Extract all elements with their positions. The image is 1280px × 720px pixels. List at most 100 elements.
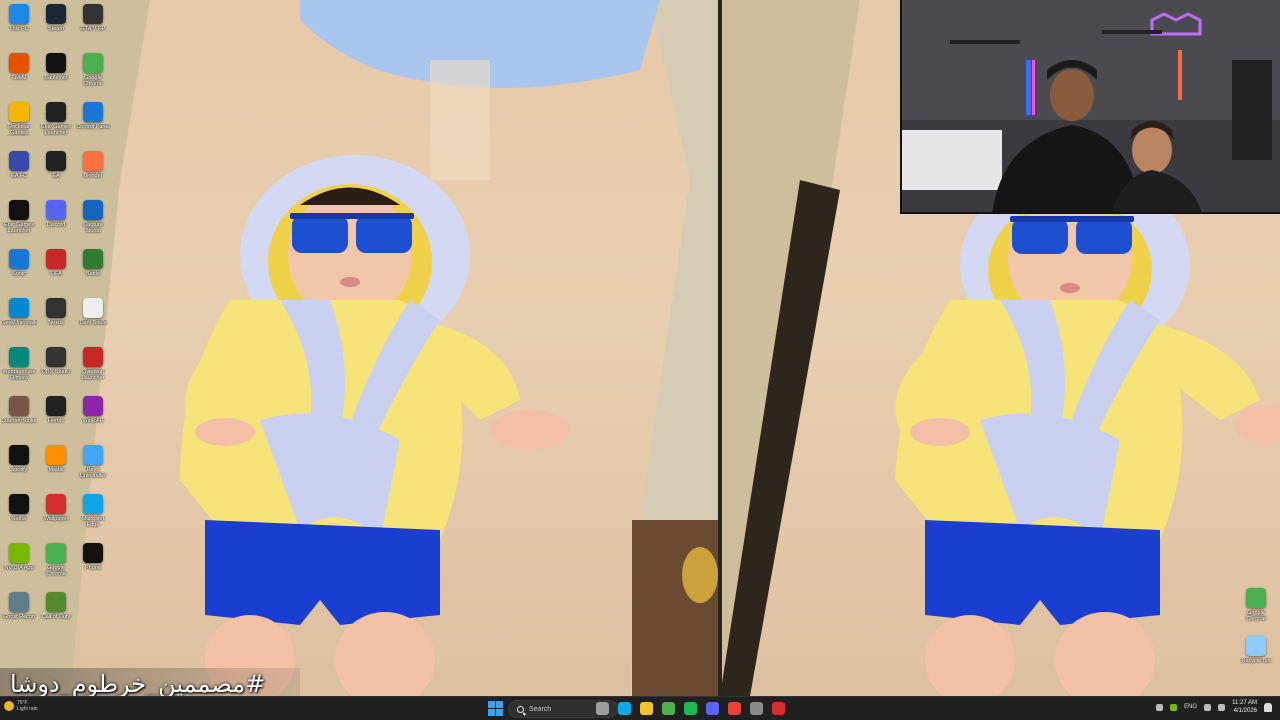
epic-icon bbox=[9, 200, 29, 220]
chevron-up-icon[interactable] bbox=[1156, 703, 1164, 711]
desktop-icon[interactable]: Control Panel bbox=[75, 102, 111, 148]
game-icon bbox=[83, 4, 103, 24]
desktop-icon[interactable]: FIFA bbox=[38, 249, 74, 295]
desktop-icon[interactable]: NVIDIA App bbox=[1, 543, 37, 589]
app-icon bbox=[46, 396, 66, 416]
desktop-icon-label: FIFA bbox=[50, 271, 62, 277]
desktop-icon-label: Phone bbox=[85, 565, 101, 571]
desktop-icon[interactable]: Dark Souls bbox=[75, 298, 111, 344]
desktop-icon[interactable]: Nexus bbox=[38, 298, 74, 344]
desktop-icon[interactable]: Netflix bbox=[1, 494, 37, 540]
desktop-icon-label: Discord bbox=[46, 222, 66, 228]
desktop-icon[interactable]: GeekUninstaller bbox=[1, 298, 37, 344]
desktop-icon[interactable]: Wondershare Filmora bbox=[1, 347, 37, 393]
desktop-icon[interactable]: Epic Games Launcher bbox=[1, 200, 37, 246]
acrobat-icon[interactable] bbox=[772, 702, 785, 715]
desktop-icon-label: WinRAR bbox=[82, 418, 104, 424]
app-icon bbox=[46, 298, 66, 318]
desktop-icon[interactable]: FiveM bbox=[1, 53, 37, 99]
desktop-icon[interactable]: Microsoft Edge bbox=[75, 494, 111, 540]
app-icon bbox=[46, 494, 66, 514]
desktop-icon-label: NVIDIA App bbox=[4, 565, 34, 571]
desktop-icon[interactable]: Battle.net bbox=[38, 53, 74, 99]
desktop-icon[interactable]: Ghost Recon bbox=[1, 592, 37, 638]
desktop-icon[interactable]: EA FC bbox=[1, 151, 37, 197]
blender-icon bbox=[83, 151, 103, 171]
desktop-icon-label: Capture Studio bbox=[83, 222, 103, 234]
task-view-icon[interactable] bbox=[596, 702, 609, 715]
desktop-icon[interactable]: Google Chrome bbox=[38, 543, 74, 589]
photo-divider bbox=[718, 0, 722, 696]
search-placeholder: Search bbox=[529, 705, 552, 713]
desktop-icon[interactable]: Recycle Bin bbox=[1238, 636, 1274, 682]
fivem-icon bbox=[9, 53, 29, 73]
volume-icon[interactable] bbox=[1218, 703, 1226, 711]
desktop-icon-label: Control Panel bbox=[76, 124, 110, 130]
desktop-icon[interactable]: Counter-Strike bbox=[1, 396, 37, 442]
desktop-icon[interactable]: Google Chrome bbox=[1238, 588, 1274, 634]
battlenet-icon bbox=[46, 53, 66, 73]
game-icon bbox=[9, 151, 29, 171]
edge-icon[interactable] bbox=[618, 702, 631, 715]
chrome-icon bbox=[46, 543, 66, 563]
desktop-icon[interactable]: Battle bbox=[75, 249, 111, 295]
desktop-icon[interactable]: Revo Uninstaller bbox=[75, 445, 111, 491]
nvidia-tray-icon[interactable] bbox=[1170, 703, 1178, 711]
document-icon bbox=[83, 298, 103, 318]
desktop-icon[interactable]: Blender bbox=[75, 151, 111, 197]
desktop-icon-label: Google Chrome bbox=[46, 565, 66, 577]
chrome-icon[interactable] bbox=[662, 702, 675, 715]
app-icon bbox=[9, 494, 29, 514]
desktop-icon[interactable]: Capture Studio bbox=[75, 200, 111, 246]
desktop-icon[interactable]: Phone bbox=[75, 543, 111, 589]
weather-desc: Light rain bbox=[17, 706, 38, 712]
nvidia-icon bbox=[9, 543, 29, 563]
chrome-profile-icon[interactable] bbox=[728, 702, 741, 715]
weather-widget[interactable]: 75°F Light rain bbox=[4, 700, 38, 712]
control-panel-icon bbox=[83, 102, 103, 122]
desktop-icon[interactable]: Wallpaper bbox=[38, 494, 74, 540]
desktop-icon[interactable]: Rockstar Games Launcher bbox=[1, 102, 37, 148]
file-explorer-icon[interactable] bbox=[640, 702, 653, 715]
desktop-icon-label: Microsoft Edge bbox=[81, 516, 105, 528]
phone-icon bbox=[83, 543, 103, 563]
desktop-icon-label: Google Chrome bbox=[83, 75, 103, 87]
clock-date: 4/1/2026 bbox=[1233, 708, 1257, 714]
spotify-icon[interactable] bbox=[684, 702, 697, 715]
desktop-icon[interactable]: Medal bbox=[38, 445, 74, 491]
desktop-icon[interactable]: Google Chrome bbox=[75, 53, 111, 99]
hashtag-caption: #مصممين_خرطوم_دوشا bbox=[10, 670, 266, 698]
desktop-icon-label: GeekUninstaller bbox=[1, 320, 37, 326]
filmora-icon bbox=[9, 347, 29, 367]
notification-bell-icon[interactable] bbox=[1264, 702, 1272, 712]
overwolf-icon bbox=[83, 347, 103, 367]
desktop-icon[interactable]: Discord bbox=[38, 200, 74, 246]
chrome-icon bbox=[1246, 588, 1266, 608]
system-tray: ENG 11:27 AM 4/1/2026 bbox=[1156, 699, 1272, 715]
desktop-icon[interactable]: EA bbox=[38, 151, 74, 197]
desktop-icon[interactable]: Steam bbox=[38, 4, 74, 50]
desktop-icon-label: Heroic bbox=[48, 418, 64, 424]
desktop-icon-label: Nexus bbox=[48, 320, 64, 326]
desktop-icon[interactable]: Spotify bbox=[1, 445, 37, 491]
desktop-icon-label: Counter-Strike bbox=[1, 418, 37, 424]
desktop-icon[interactable]: Overwolf Launcher bbox=[75, 347, 111, 393]
desktop-icon[interactable]: Call of Duty bbox=[38, 592, 74, 638]
language-indicator[interactable]: ENG bbox=[1184, 704, 1197, 710]
desktop-icon-label: Sonic bbox=[12, 271, 26, 277]
desktop-icon[interactable]: OBS Studio bbox=[38, 347, 74, 393]
desktop-icon-label: OBS Studio bbox=[41, 369, 71, 375]
desktop-icon[interactable]: WinRAR bbox=[75, 396, 111, 442]
desktop-icon[interactable]: This PC bbox=[1, 4, 37, 50]
desktop-icon-label: Epic Games Launcher bbox=[41, 124, 71, 136]
clock[interactable]: 11:27 AM 4/1/2026 bbox=[1232, 699, 1257, 715]
settings-icon[interactable] bbox=[750, 702, 763, 715]
desktop-icon[interactable]: Heroic bbox=[38, 396, 74, 442]
discord-icon[interactable] bbox=[706, 702, 719, 715]
desktop-icon[interactable]: GTA V RP bbox=[75, 4, 111, 50]
wifi-icon[interactable] bbox=[1204, 703, 1212, 711]
ea-icon bbox=[46, 151, 66, 171]
desktop-icon[interactable]: Epic Games Launcher bbox=[38, 102, 74, 148]
start-button[interactable] bbox=[488, 701, 503, 716]
desktop-icon[interactable]: Sonic bbox=[1, 249, 37, 295]
